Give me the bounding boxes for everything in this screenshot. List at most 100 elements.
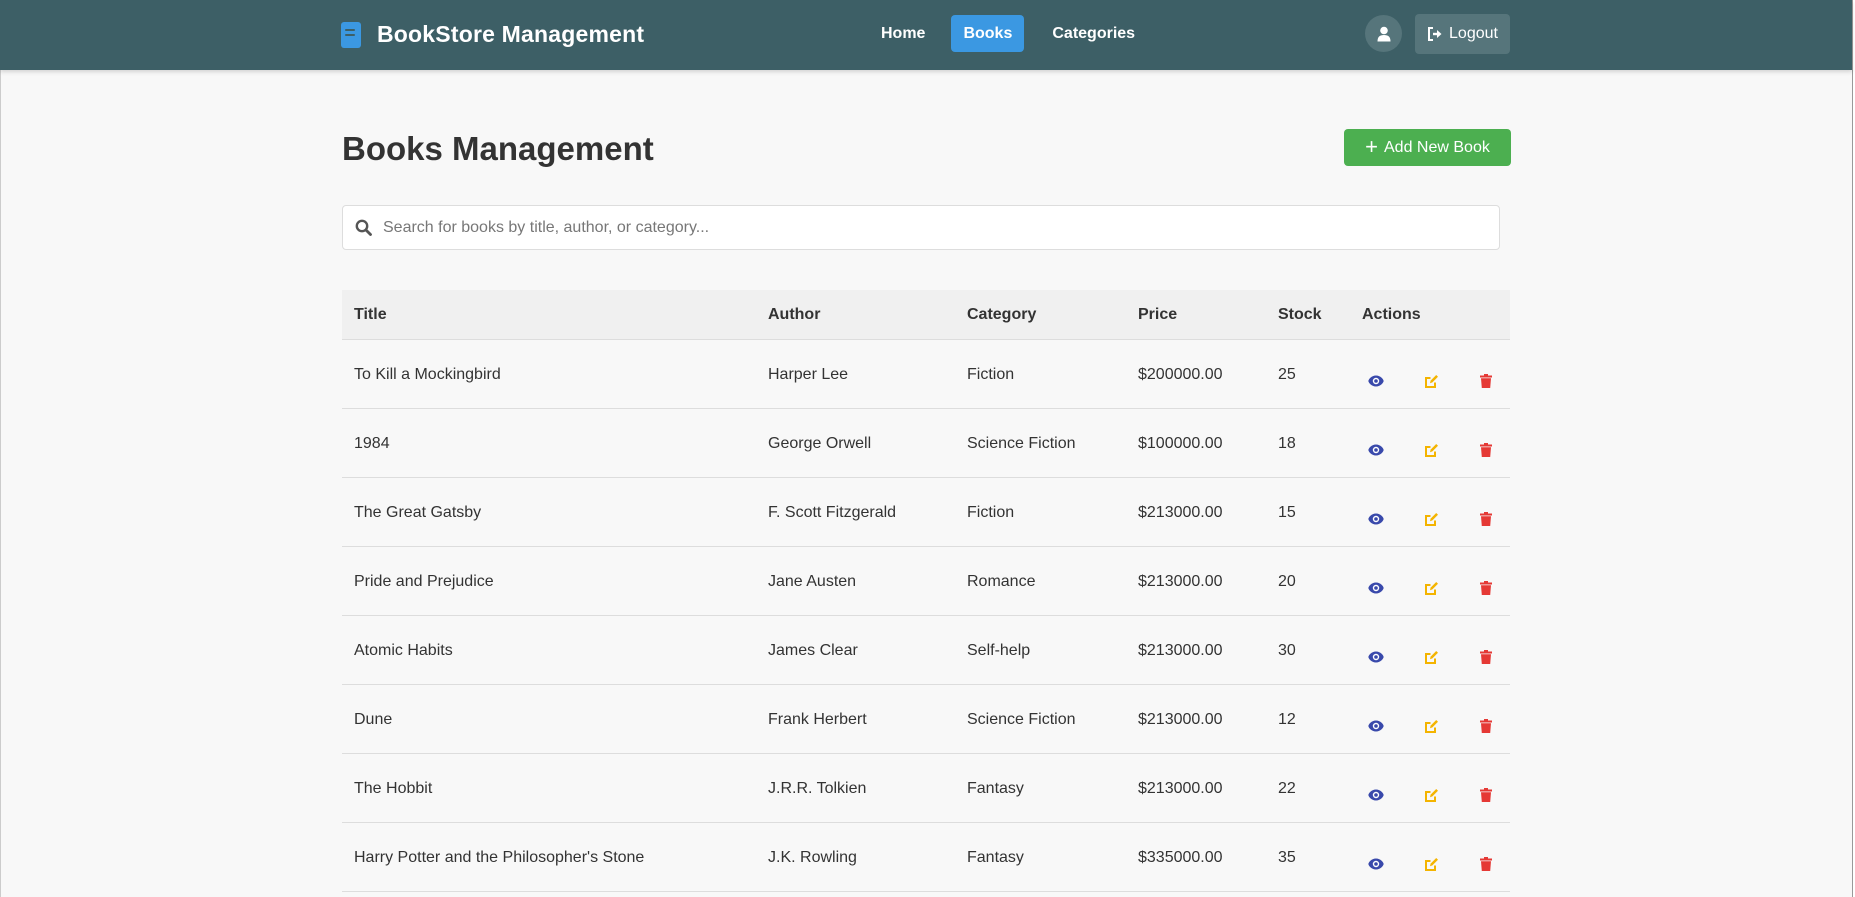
view-button[interactable] (1367, 373, 1385, 389)
trash-icon (1480, 719, 1492, 733)
view-button[interactable] (1367, 580, 1385, 596)
view-button[interactable] (1367, 649, 1385, 665)
trash-icon (1480, 650, 1492, 664)
trash-icon (1480, 581, 1492, 595)
cell-category: Fantasy (967, 849, 1024, 866)
edit-button[interactable] (1422, 442, 1440, 458)
column-header-author[interactable]: Author (768, 290, 820, 340)
cell-category: Science Fiction (967, 435, 1076, 452)
cell-category: Romance (967, 573, 1036, 590)
brand[interactable]: BookStore Management (341, 21, 644, 48)
eye-icon (1368, 858, 1384, 870)
table-row: Atomic Habits James Clear Self-help $213000… (342, 616, 1510, 685)
delete-button[interactable] (1477, 856, 1495, 872)
edit-button[interactable] (1422, 718, 1440, 734)
table-row: Pride and Prejudice Jane Austen Romance $21… (342, 547, 1510, 616)
trash-icon (1480, 374, 1492, 388)
cell-stock: 12 (1278, 711, 1296, 728)
search-input[interactable] (383, 206, 1483, 249)
table-header: Title Author Category Price Stock Action… (342, 290, 1510, 340)
table-body: To Kill a Mockingbird Harper Lee Fiction $2… (342, 340, 1510, 892)
edit-button[interactable] (1422, 580, 1440, 596)
user-avatar[interactable] (1365, 15, 1402, 52)
cell-title: Atomic Habits (354, 642, 453, 659)
trash-icon (1480, 857, 1492, 871)
user-icon (1377, 26, 1390, 41)
page-title: Books Management (342, 130, 654, 167)
view-button[interactable] (1367, 856, 1385, 872)
edit-button[interactable] (1422, 787, 1440, 803)
logout-label: Logout (1449, 25, 1498, 42)
search-box (342, 205, 1500, 250)
nav-link-home[interactable]: Home (869, 15, 937, 52)
table-row: Harry Potter and the Philosopher's Stone… (342, 823, 1510, 892)
column-header-stock[interactable]: Stock (1278, 290, 1322, 340)
table-row: To Kill a Mockingbird Harper Lee Fiction $2… (342, 340, 1510, 409)
cell-author: F. Scott Fitzgerald (768, 504, 897, 521)
cell-stock: 18 (1278, 435, 1296, 452)
cell-stock: 30 (1278, 642, 1296, 659)
plus-icon: + (1365, 133, 1378, 159)
delete-button[interactable] (1477, 373, 1495, 389)
add-new-book-label: Add New Book (1384, 138, 1490, 156)
cell-stock: 35 (1278, 849, 1296, 866)
cell-title: To Kill a Mockingbird (354, 366, 501, 383)
cell-price: $100000.00 (1138, 435, 1223, 452)
cell-price: $213000.00 (1138, 711, 1223, 728)
delete-button[interactable] (1477, 718, 1495, 734)
eye-icon (1368, 444, 1384, 456)
view-button[interactable] (1367, 442, 1385, 458)
edit-icon (1424, 512, 1438, 526)
view-button[interactable] (1367, 511, 1385, 527)
cell-price: $213000.00 (1138, 642, 1223, 659)
cell-stock: 15 (1278, 504, 1296, 521)
delete-button[interactable] (1477, 580, 1495, 596)
cell-price: $213000.00 (1138, 573, 1223, 590)
trash-icon (1480, 443, 1492, 457)
add-new-book-button[interactable]: + Add New Book (1344, 129, 1511, 166)
column-header-category[interactable]: Category (967, 290, 1036, 340)
nav-link-books[interactable]: Books (951, 15, 1025, 52)
nav-link-categories[interactable]: Categories (1040, 15, 1147, 52)
table-row: 1984 George Orwell Science Fiction $100000.… (342, 409, 1510, 478)
column-header-price[interactable]: Price (1138, 290, 1177, 340)
logout-button[interactable]: Logout (1415, 14, 1510, 54)
edit-icon (1424, 857, 1438, 871)
cell-author: J.K. Rowling (768, 849, 857, 866)
edit-icon (1424, 650, 1438, 664)
cell-category: Fiction (967, 366, 1015, 383)
eye-icon (1368, 651, 1384, 663)
cell-category: Fantasy (967, 780, 1024, 797)
cell-author: J.R.R. Tolkien (768, 780, 867, 797)
cell-price: $213000.00 (1138, 504, 1223, 521)
cell-price: $213000.00 (1138, 780, 1223, 797)
delete-button[interactable] (1477, 442, 1495, 458)
edit-button[interactable] (1422, 649, 1440, 665)
edit-button[interactable] (1422, 856, 1440, 872)
nav-links: Home Books Categories (869, 15, 1155, 52)
edit-button[interactable] (1422, 373, 1440, 389)
column-header-actions: Actions (1362, 306, 1421, 323)
cell-price: $200000.00 (1138, 366, 1223, 383)
cell-author: Harper Lee (768, 366, 849, 383)
view-button[interactable] (1367, 787, 1385, 803)
delete-button[interactable] (1477, 511, 1495, 527)
column-header-title[interactable]: Title (354, 290, 387, 340)
cell-title: Harry Potter and the Philosopher's Stone (354, 849, 645, 866)
table-row: The Great Gatsby F. Scott Fitzgerald Ficti… (342, 478, 1510, 547)
eye-icon (1368, 513, 1384, 525)
cell-title: Dune (354, 711, 393, 728)
delete-button[interactable] (1477, 649, 1495, 665)
cell-author: Frank Herbert (768, 711, 867, 728)
view-button[interactable] (1367, 718, 1385, 734)
cell-stock: 22 (1278, 780, 1296, 797)
sign-out-icon (1428, 27, 1442, 41)
edit-button[interactable] (1422, 511, 1440, 527)
edit-icon (1424, 581, 1438, 595)
book-icon (341, 21, 361, 48)
edit-icon (1424, 443, 1438, 457)
eye-icon (1368, 789, 1384, 801)
table-row: The Hobbit J.R.R. Tolkien Fantasy $213000.0… (342, 754, 1510, 823)
delete-button[interactable] (1477, 787, 1495, 803)
edit-icon (1424, 788, 1438, 802)
